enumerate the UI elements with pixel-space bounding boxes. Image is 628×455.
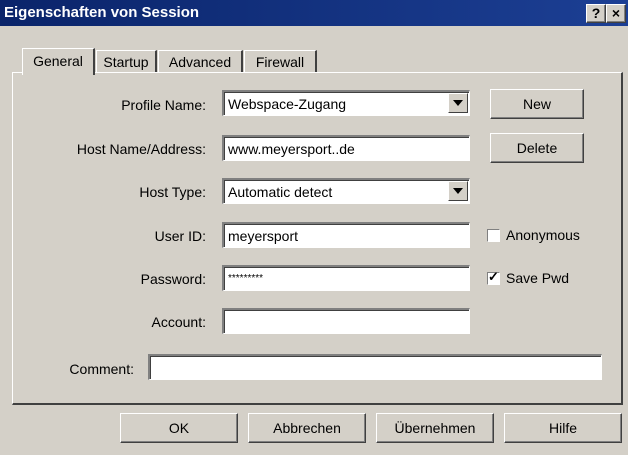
title-bar[interactable]: Eigenschaften von Session ? × (0, 0, 628, 26)
help-button[interactable]: ? (586, 4, 606, 23)
host-name-field[interactable]: www.meyersport..de (222, 135, 470, 161)
cancel-button[interactable]: Abbrechen (248, 413, 366, 443)
anonymous-label[interactable]: Anonymous (506, 227, 580, 243)
comment-field[interactable] (148, 354, 602, 380)
tab-startup[interactable]: Startup (96, 50, 157, 73)
tab-advanced[interactable]: Advanced (158, 50, 243, 73)
password-field[interactable]: ********* (222, 265, 470, 291)
ok-button[interactable]: OK (120, 413, 238, 443)
chevron-down-icon[interactable] (448, 93, 468, 113)
chevron-down-icon[interactable] (448, 181, 468, 201)
account-label: Account: (151, 314, 206, 330)
password-label: Password: (140, 271, 206, 287)
comment-label: Comment: (69, 361, 134, 377)
host-type-combo[interactable]: Automatic detect (222, 178, 470, 204)
user-id-label: User ID: (154, 228, 206, 244)
tab-firewall[interactable]: Firewall (244, 50, 317, 73)
profile-name-label: Profile Name: (121, 97, 206, 113)
account-field[interactable] (222, 308, 470, 334)
tab-general[interactable]: General (22, 48, 95, 75)
help-footer-button[interactable]: Hilfe (504, 413, 622, 443)
profile-name-value: Webspace-Zugang (228, 96, 347, 112)
host-type-value: Automatic detect (228, 184, 333, 200)
host-name-label: Host Name/Address: (76, 141, 206, 157)
properties-dialog: Eigenschaften von Session ? × General St… (0, 0, 628, 455)
close-button[interactable]: × (606, 4, 626, 23)
apply-button[interactable]: Übernehmen (376, 413, 494, 443)
save-pwd-label[interactable]: Save Pwd (506, 270, 569, 286)
window-title: Eigenschaften von Session (4, 4, 200, 21)
delete-button[interactable]: Delete (490, 133, 584, 163)
user-id-field[interactable]: meyersport (222, 222, 470, 248)
host-type-label: Host Type: (139, 184, 206, 200)
anonymous-checkbox[interactable] (487, 229, 500, 242)
save-pwd-checkbox[interactable] (487, 269, 500, 285)
new-button[interactable]: New (490, 89, 584, 119)
profile-name-combo[interactable]: Webspace-Zugang (222, 90, 470, 116)
